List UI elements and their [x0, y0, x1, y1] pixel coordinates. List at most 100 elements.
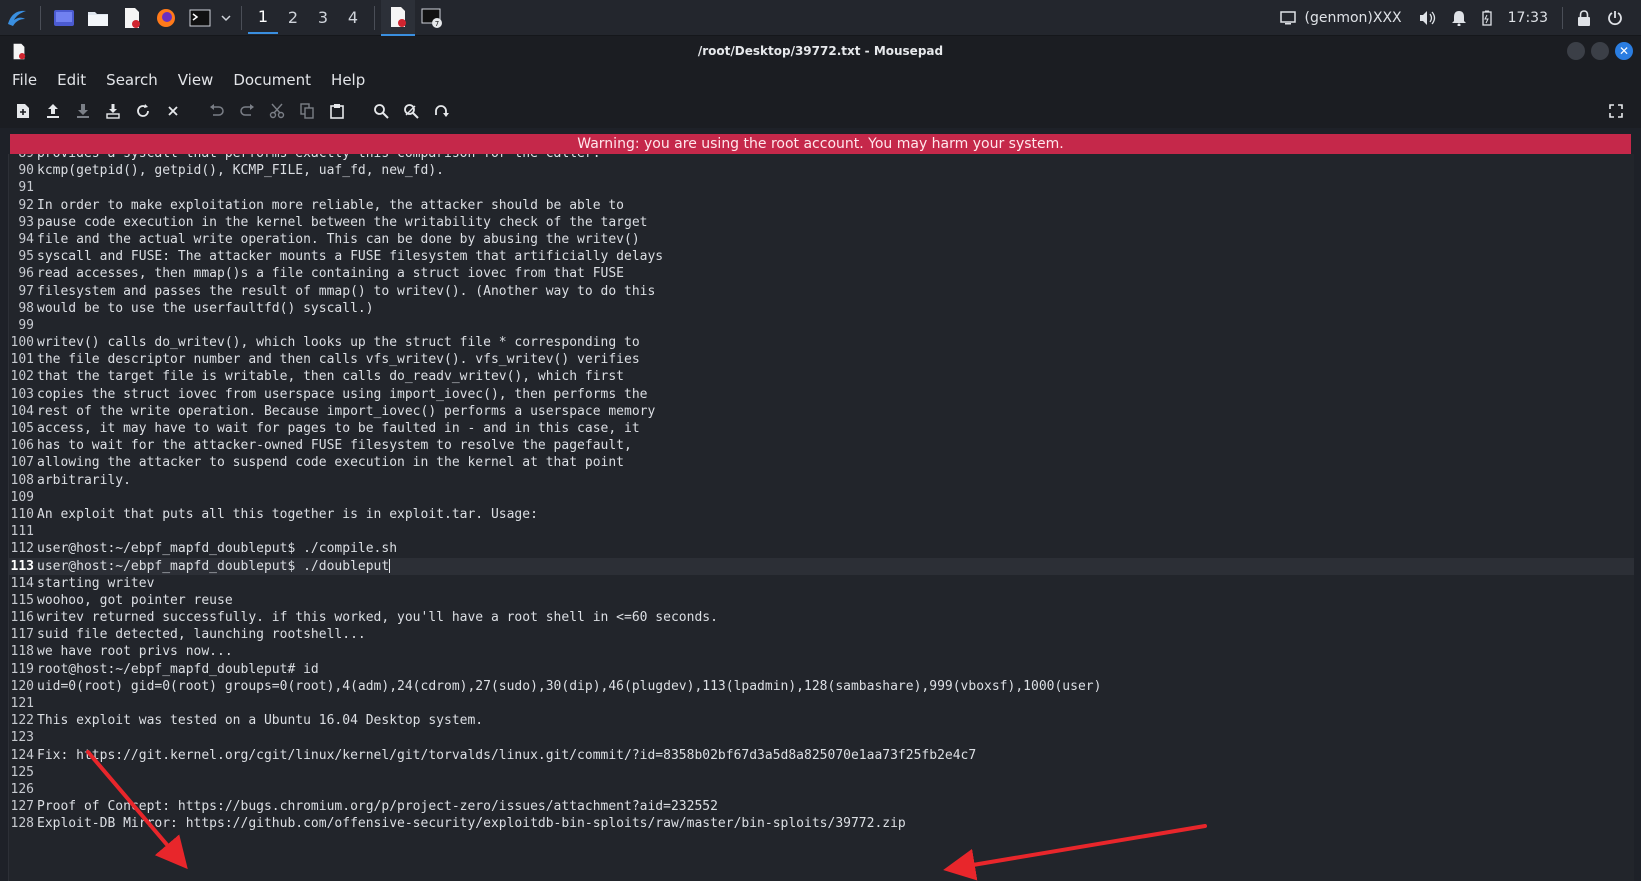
- editor-line[interactable]: 127 Proof of Concept: https://bugs.chromi…: [9, 798, 1634, 815]
- editor-line[interactable]: 110 An exploit that puts all this togethe…: [9, 506, 1634, 523]
- editor-line[interactable]: 116 writev returned successfully. if this…: [9, 609, 1634, 626]
- line-number: 94: [18, 231, 34, 247]
- reload-icon: [137, 104, 149, 117]
- editor-line[interactable]: 98 would be to use the userfaultfd() sysc…: [9, 300, 1634, 317]
- maximize-button[interactable]: [1591, 42, 1609, 60]
- new-document-button[interactable]: [8, 96, 38, 126]
- battery-icon[interactable]: [1481, 10, 1492, 26]
- text-editor-launcher-icon[interactable]: [117, 3, 147, 33]
- workspace-3[interactable]: 3: [308, 2, 338, 34]
- save-as-icon: [106, 104, 120, 119]
- copy-button[interactable]: [292, 96, 322, 126]
- editor-line[interactable]: 112 user@host:~/ebpf_mapfd_doubleput$ ./c…: [9, 540, 1634, 557]
- line-text: access, it may have to wait for pages to…: [37, 421, 640, 436]
- lock-icon[interactable]: [1577, 9, 1591, 26]
- find-button[interactable]: [366, 96, 396, 126]
- editor-line[interactable]: 128 Exploit-DB Mirror: https://github.com…: [9, 815, 1634, 832]
- kali-menu-icon[interactable]: [2, 3, 32, 33]
- fullscreen-button[interactable]: [1601, 96, 1631, 126]
- file-manager-icon[interactable]: [83, 3, 113, 33]
- task-terminal[interactable]: 7: [415, 0, 449, 36]
- editor-line[interactable]: 111: [9, 523, 1634, 540]
- menu-help[interactable]: Help: [321, 66, 375, 94]
- menu-document[interactable]: Document: [223, 66, 321, 94]
- text-editor[interactable]: 89provides a syscall that performs exact…: [8, 154, 1634, 881]
- editor-line[interactable]: 118 we have root privs now...: [9, 643, 1634, 660]
- editor-line[interactable]: 120 uid=0(root) gid=0(root) groups=0(root…: [9, 678, 1634, 695]
- editor-line[interactable]: 90 kcmp(getpid(), getpid(), KCMP_FILE, ua…: [9, 162, 1634, 179]
- menu-edit[interactable]: Edit: [47, 66, 96, 94]
- line-number: 97: [18, 283, 34, 299]
- editor-line[interactable]: 100 writev() calls do_writev(), which loo…: [9, 334, 1634, 351]
- editor-line[interactable]: 96 read accesses, then mmap()s a file con…: [9, 265, 1634, 282]
- editor-line[interactable]: 107 allowing the attacker to suspend code…: [9, 454, 1634, 471]
- find-replace-button[interactable]: [396, 96, 426, 126]
- line-number: 104: [10, 403, 34, 419]
- genmon-plugin[interactable]: (genmon)XXX: [1280, 10, 1402, 26]
- save-button[interactable]: [68, 96, 98, 126]
- editor-line[interactable]: 92 In order to make exploitation more rel…: [9, 197, 1634, 214]
- notification-bell-icon[interactable]: [1451, 10, 1466, 26]
- close-button[interactable]: ✕: [1615, 42, 1633, 60]
- open-button[interactable]: [38, 96, 68, 126]
- find-replace-icon: [404, 104, 419, 119]
- line-text: that the target file is writable, then c…: [37, 369, 624, 385]
- editor-line[interactable]: 95 syscall and FUSE: The attacker mounts …: [9, 248, 1634, 265]
- search-icon: [374, 104, 389, 119]
- editor-line[interactable]: 115 woohoo, got pointer reuse: [9, 592, 1634, 609]
- editor-line[interactable]: 104 rest of the write operation. Because …: [9, 403, 1634, 420]
- line-number: 126: [10, 781, 34, 797]
- chevron-down-icon[interactable]: [219, 3, 233, 33]
- redo-button[interactable]: [232, 96, 262, 126]
- task-mousepad[interactable]: [381, 0, 415, 36]
- line-text: starting writev: [37, 575, 155, 591]
- editor-line[interactable]: 102 that the target file is writable, the…: [9, 368, 1634, 385]
- editor-line[interactable]: 93 pause code execution in the kernel bet…: [9, 214, 1634, 231]
- save-as-button[interactable]: [98, 96, 128, 126]
- power-icon[interactable]: [1607, 10, 1623, 26]
- volume-icon[interactable]: [1418, 10, 1436, 26]
- editor-line[interactable]: 123: [9, 729, 1634, 746]
- editor-line[interactable]: 91: [9, 179, 1634, 196]
- workspace-1[interactable]: 1: [248, 2, 278, 34]
- editor-line[interactable]: 97 filesystem and passes the result of mm…: [9, 283, 1634, 300]
- reload-button[interactable]: [128, 96, 158, 126]
- editor-line[interactable]: 94 file and the actual write operation. T…: [9, 231, 1634, 248]
- undo-button[interactable]: [202, 96, 232, 126]
- goto-line-button[interactable]: [426, 96, 456, 126]
- clock[interactable]: 17:33: [1508, 10, 1548, 26]
- mousepad-task-icon: [391, 6, 406, 27]
- editor-line[interactable]: 108 arbitrarily.: [9, 472, 1634, 489]
- workspace-2[interactable]: 2: [278, 2, 308, 34]
- cut-button[interactable]: [262, 96, 292, 126]
- window-titlebar[interactable]: /root/Desktop/39772.txt - Mousepad ✕: [0, 36, 1641, 66]
- editor-line[interactable]: 122 This exploit was tested on a Ubuntu 1…: [9, 712, 1634, 729]
- editor-line[interactable]: 124 Fix: https://git.kernel.org/cgit/linu…: [9, 747, 1634, 764]
- editor-line[interactable]: 113 user@host:~/ebpf_mapfd_doubleput$ ./d…: [9, 557, 1634, 575]
- firefox-icon[interactable]: [151, 3, 181, 33]
- workspace-4[interactable]: 4: [338, 2, 368, 34]
- editor-line[interactable]: 114 starting writev: [9, 575, 1634, 592]
- editor-line[interactable]: 99: [9, 317, 1634, 334]
- editor-line[interactable]: 89provides a syscall that performs exact…: [9, 154, 1634, 162]
- minimize-button[interactable]: [1567, 42, 1585, 60]
- editor-line[interactable]: 101 the file descriptor number and then c…: [9, 351, 1634, 368]
- menu-file[interactable]: File: [0, 66, 47, 94]
- editor-line[interactable]: 103 copies the struct iovec from userspac…: [9, 386, 1634, 403]
- editor-line[interactable]: 121: [9, 695, 1634, 712]
- menu-view[interactable]: View: [168, 66, 224, 94]
- paste-button[interactable]: [322, 96, 352, 126]
- editor-line[interactable]: 105 access, it may have to wait for pages…: [9, 420, 1634, 437]
- editor-line[interactable]: 109: [9, 489, 1634, 506]
- editor-line[interactable]: 119 root@host:~/ebpf_mapfd_doubleput# id: [9, 661, 1634, 678]
- editor-line[interactable]: 106 has to wait for the attacker-owned FU…: [9, 437, 1634, 454]
- line-number: 110: [10, 506, 34, 522]
- terminal-launcher-icon[interactable]: [185, 3, 215, 33]
- menu-search[interactable]: Search: [96, 66, 168, 94]
- editor-line[interactable]: 126: [9, 781, 1634, 798]
- show-desktop-icon[interactable]: [49, 3, 79, 33]
- line-text: arbitrarily.: [37, 472, 131, 488]
- editor-line[interactable]: 125: [9, 764, 1634, 781]
- close-document-button[interactable]: [158, 96, 188, 126]
- editor-line[interactable]: 117 suid file detected, launching rootshe…: [9, 626, 1634, 643]
